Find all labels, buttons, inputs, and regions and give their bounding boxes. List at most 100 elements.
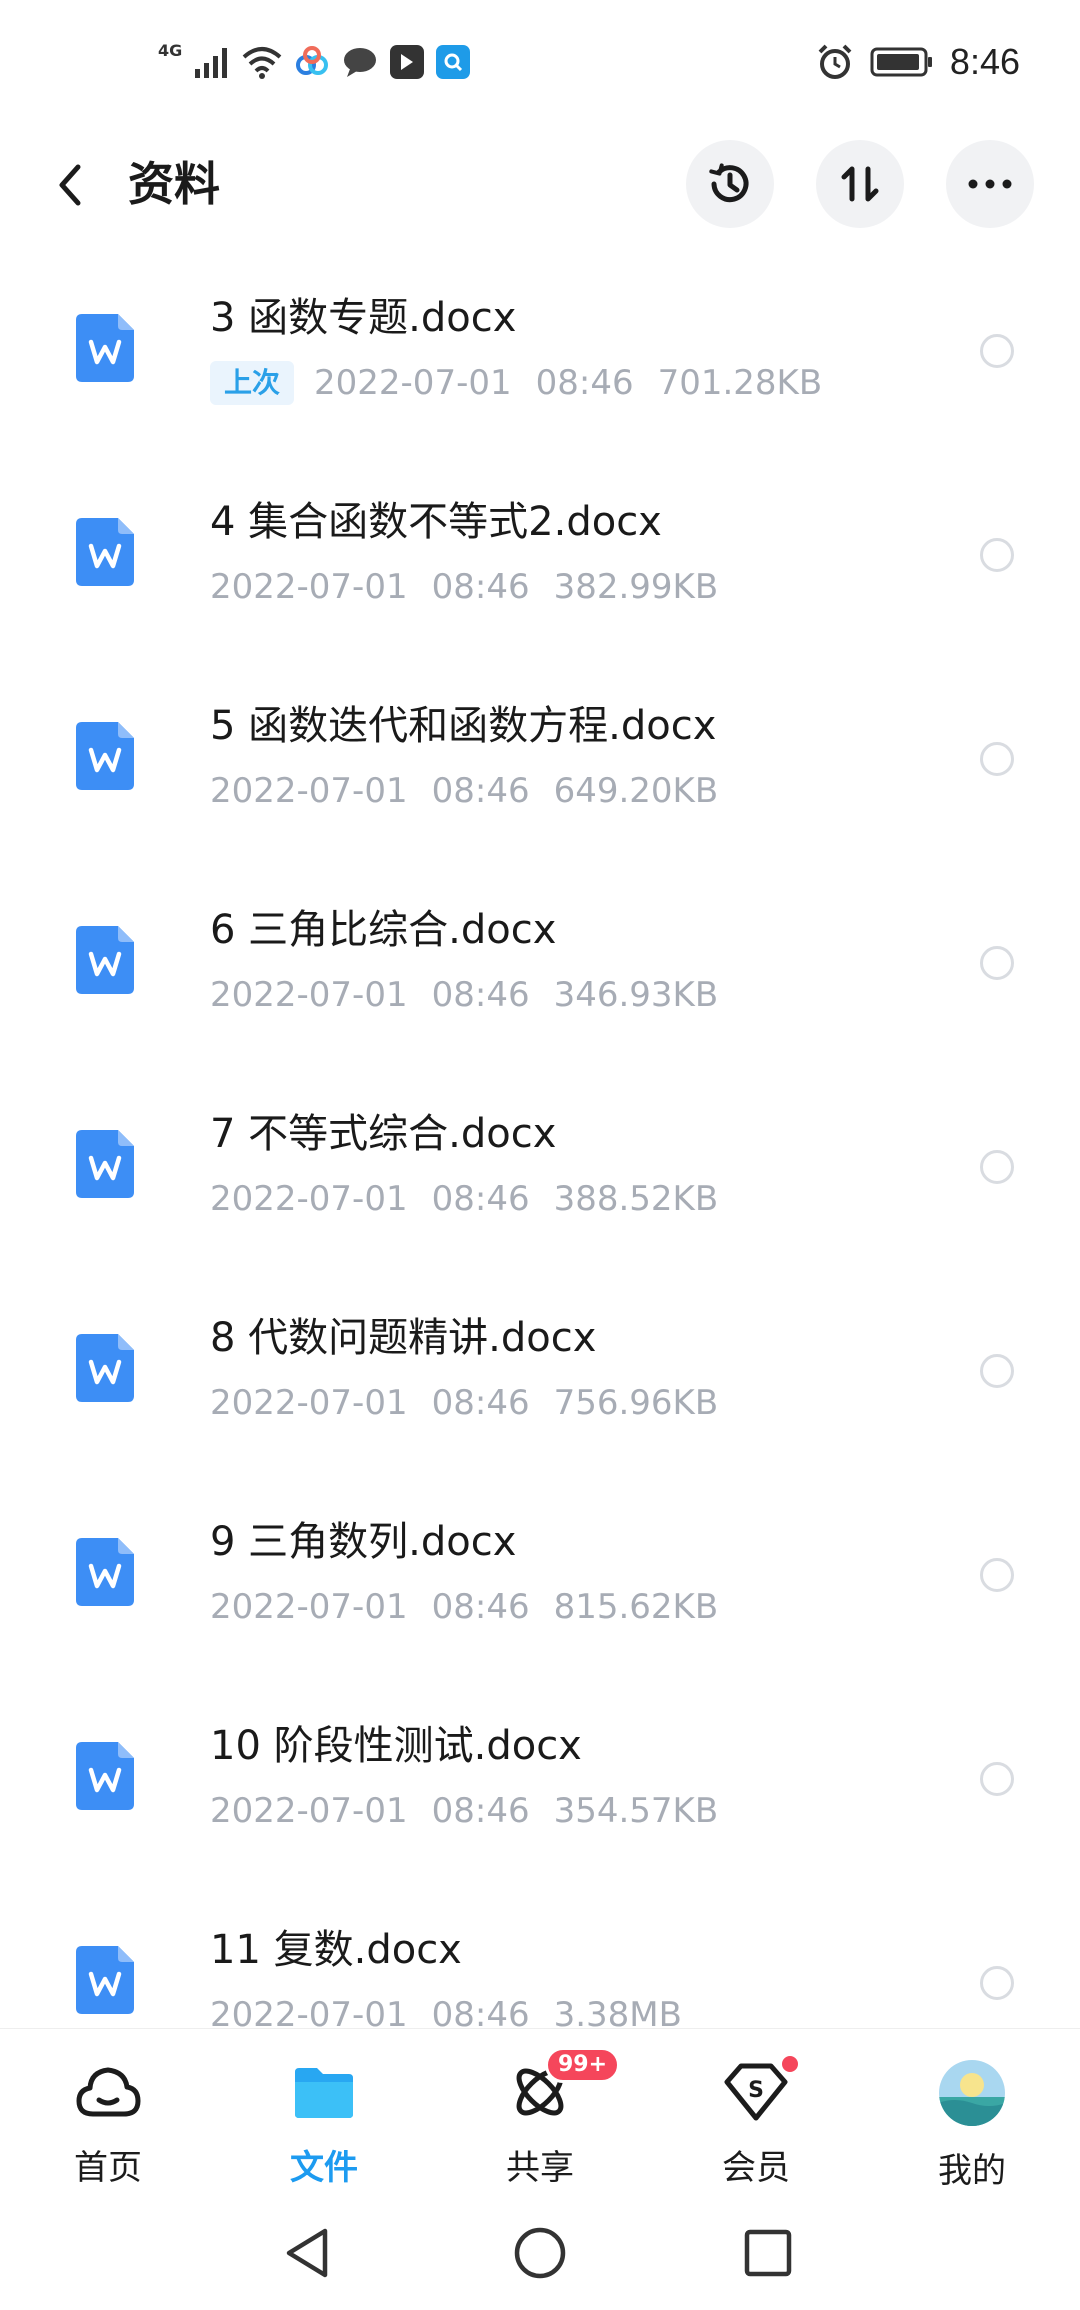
signal-icon <box>195 48 228 78</box>
nav-label-mine: 我的 <box>938 2151 1006 2191</box>
file-list: 3 函数专题.docx 上次 2022-07-01 08:46 701.28KB… <box>0 250 1080 2028</box>
file-row[interactable]: 5 函数迭代和函数方程.docx 2022-07-01 08:46 649.20… <box>0 658 1080 862</box>
triangle-back-icon <box>286 2228 328 2278</box>
search-app-notification-icon <box>436 45 471 79</box>
word-doc-icon <box>76 1946 134 2014</box>
sort-button[interactable] <box>816 140 904 228</box>
more-icon <box>968 179 1012 189</box>
file-size: 388.52KB <box>553 1179 719 1219</box>
word-doc-icon <box>76 1130 134 1198</box>
back-icon <box>59 164 81 206</box>
file-row[interactable]: 8 代数问题精讲.docx 2022-07-01 08:46 756.96KB <box>0 1270 1080 1474</box>
file-row[interactable]: 7 不等式综合.docx 2022-07-01 08:46 388.52KB <box>0 1066 1080 1270</box>
file-meta: 2022-07-01 08:46 346.93KB <box>210 970 742 1020</box>
file-meta: 2022-07-01 08:46 756.96KB <box>210 1378 742 1428</box>
status-right: 8:46 <box>816 38 1020 86</box>
system-navigation-bar <box>0 2198 1080 2310</box>
file-row[interactable]: 11 复数.docx 2022-07-01 08:46 3.38MB <box>0 1882 1080 2028</box>
word-doc-icon <box>76 926 134 994</box>
nav-label-home: 首页 <box>74 2148 142 2188</box>
nav-tab-files[interactable]: 文件 <box>244 2059 404 2189</box>
file-row[interactable]: 3 函数专题.docx 上次 2022-07-01 08:46 701.28KB <box>0 250 1080 454</box>
system-back-button[interactable] <box>272 2218 342 2288</box>
nav-tab-vip[interactable]: S 会员 <box>676 2053 836 2189</box>
status-left: 4G <box>158 38 471 86</box>
word-doc-icon <box>76 518 134 586</box>
file-time: 08:46 <box>431 975 530 1015</box>
select-checkbox[interactable] <box>980 1762 1014 1796</box>
select-checkbox[interactable] <box>980 334 1014 368</box>
file-row[interactable]: 10 阶段性测试.docx 2022-07-01 08:46 354.57KB <box>0 1678 1080 1882</box>
square-recents-icon <box>744 2229 792 2277</box>
network-type: 4G <box>158 40 183 60</box>
more-button[interactable] <box>946 140 1034 228</box>
file-date: 2022-07-01 <box>210 1587 408 1627</box>
file-meta: 2022-07-01 08:46 388.52KB <box>210 1174 742 1224</box>
file-meta: 2022-07-01 08:46 3.38MB <box>210 1990 706 2028</box>
file-row[interactable]: 9 三角数列.docx 2022-07-01 08:46 815.62KB <box>0 1474 1080 1678</box>
file-time: 08:46 <box>535 363 634 403</box>
file-size: 382.99KB <box>553 567 719 607</box>
file-date: 2022-07-01 <box>210 1791 408 1831</box>
file-date: 2022-07-01 <box>210 1995 408 2028</box>
user-avatar-icon <box>939 2060 1005 2126</box>
file-row[interactable]: 6 三角比综合.docx 2022-07-01 08:46 346.93KB <box>0 862 1080 1066</box>
system-home-button[interactable] <box>505 2218 575 2288</box>
file-meta: 2022-07-01 08:46 382.99KB <box>210 562 742 612</box>
alarm-icon <box>818 44 852 79</box>
battery-icon <box>870 47 932 77</box>
file-time: 08:46 <box>431 1383 530 1423</box>
history-button[interactable] <box>686 140 774 228</box>
clock: 8:46 <box>949 41 1020 82</box>
file-time: 08:46 <box>431 1179 530 1219</box>
file-time: 08:46 <box>431 1587 530 1627</box>
nav-tab-share[interactable]: 99+ 共享 <box>460 2047 621 2189</box>
file-size: 701.28KB <box>657 363 823 403</box>
word-doc-icon <box>76 314 134 382</box>
file-meta: 2022-07-01 08:46 649.20KB <box>210 766 742 816</box>
file-name: 6 三角比综合.docx <box>210 907 557 953</box>
select-checkbox[interactable] <box>980 1354 1014 1388</box>
file-size: 815.62KB <box>553 1587 719 1627</box>
page-title: 资料 <box>128 157 220 211</box>
file-name: 10 阶段性测试.docx <box>210 1723 582 1769</box>
bottom-nav: 首页 文件 99+ 共享 S 会员 我的 <box>0 2028 1080 2198</box>
last-opened-badge: 上次 <box>210 361 295 405</box>
back-button[interactable] <box>40 155 100 215</box>
select-checkbox[interactable] <box>980 538 1014 572</box>
sort-icon <box>841 166 879 202</box>
history-icon <box>709 163 749 203</box>
file-size: 3.38MB <box>553 1995 682 2028</box>
file-meta: 2022-07-01 08:46 354.57KB <box>210 1786 742 1836</box>
file-name: 5 函数迭代和函数方程.docx <box>210 703 717 749</box>
file-name: 8 代数问题精讲.docx <box>210 1315 597 1361</box>
file-name: 3 函数专题.docx <box>210 295 517 341</box>
file-date: 2022-07-01 <box>210 567 408 607</box>
nav-tab-home[interactable]: 首页 <box>28 2059 188 2189</box>
status-bar: 4G 8:46 <box>0 0 1080 120</box>
word-doc-icon <box>76 1334 134 1402</box>
header: 资料 <box>0 130 1080 240</box>
file-name: 7 不等式综合.docx <box>210 1111 557 1157</box>
vip-diamond-icon: S <box>724 2063 788 2120</box>
file-row[interactable]: 4 集合函数不等式2.docx 2022-07-01 08:46 382.99K… <box>0 454 1080 658</box>
file-name: 11 复数.docx <box>210 1927 462 1973</box>
file-date: 2022-07-01 <box>210 1383 408 1423</box>
file-time: 08:46 <box>431 567 530 607</box>
word-doc-icon <box>76 1538 134 1606</box>
nav-tab-mine[interactable]: 我的 <box>892 2059 1052 2191</box>
select-checkbox[interactable] <box>980 1966 1014 2000</box>
file-date: 2022-07-01 <box>210 771 408 811</box>
system-recents-button[interactable] <box>733 2218 803 2288</box>
file-size: 649.20KB <box>553 771 719 811</box>
file-size: 756.96KB <box>553 1383 719 1423</box>
circle-home-icon <box>514 2227 566 2279</box>
vip-notification-dot <box>779 2053 801 2075</box>
baidu-netdisk-notification-icon <box>296 46 329 75</box>
word-doc-icon <box>76 722 134 790</box>
select-checkbox[interactable] <box>980 742 1014 776</box>
file-time: 08:46 <box>431 1791 530 1831</box>
select-checkbox[interactable] <box>980 1150 1014 1184</box>
select-checkbox[interactable] <box>980 946 1014 980</box>
select-checkbox[interactable] <box>980 1558 1014 1592</box>
